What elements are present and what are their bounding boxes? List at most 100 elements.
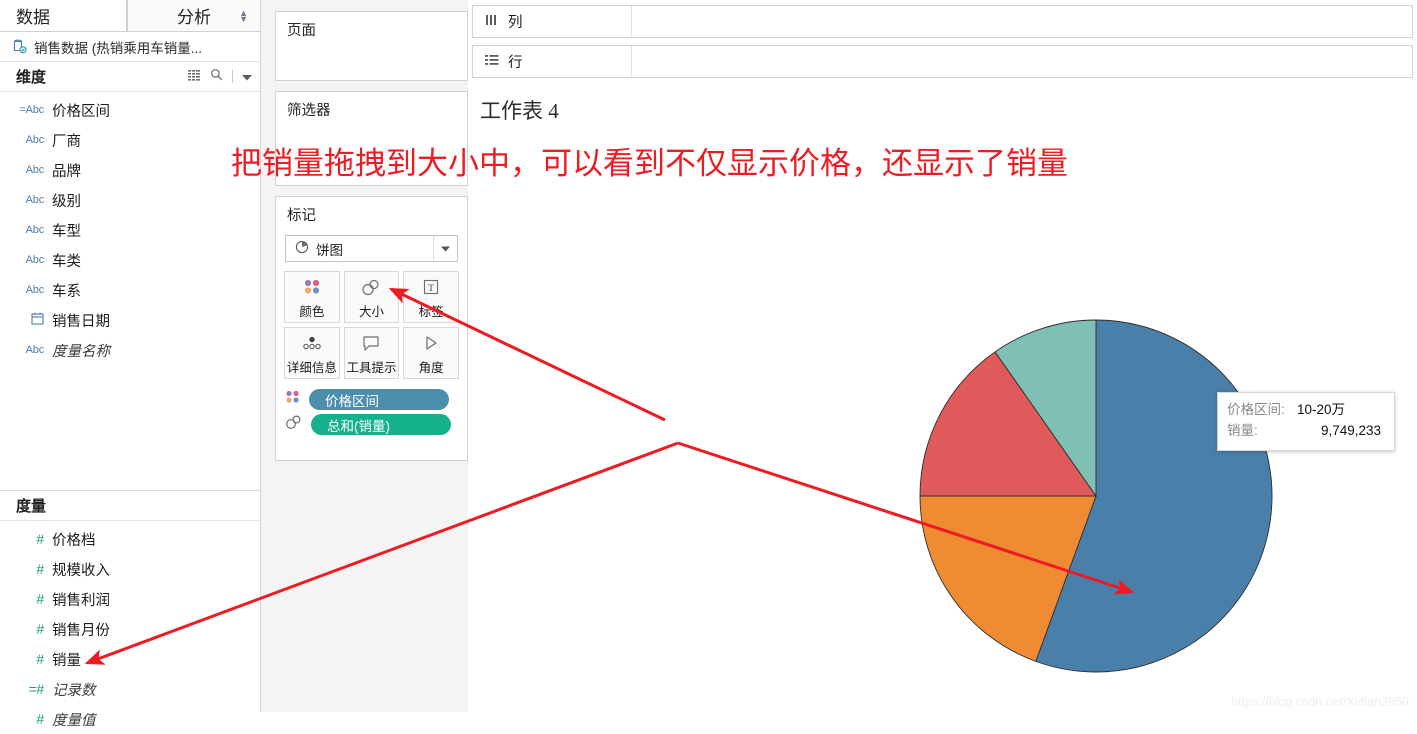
- rows-shelf[interactable]: 行: [472, 45, 1413, 78]
- pill-sum-sales[interactable]: 总和(销量): [311, 414, 451, 435]
- rows-shelf-text: 行: [508, 55, 523, 71]
- marks-card: 标记 饼图 颜色 大小 T 标签 详细信息 工具提示 角度 价格区间 总和(销量…: [275, 196, 468, 461]
- grid-view-icon[interactable]: [188, 68, 201, 85]
- field-item[interactable]: Abc 车系: [0, 275, 260, 305]
- marks-button-detail-label: 详细信息: [286, 360, 337, 375]
- field-item[interactable]: Abc 度量名称: [0, 335, 260, 365]
- marks-card-title: 标记: [287, 208, 316, 224]
- measures-header: 度量: [0, 491, 260, 521]
- field-item[interactable]: # 销售利润: [0, 584, 260, 614]
- worksheet-canvas[interactable]: 价格区间: 10-20万 销量: 9,749,233 https://blog.…: [472, 86, 1417, 712]
- search-icon[interactable]: [210, 68, 223, 85]
- mark-type-caret-icon[interactable]: [433, 236, 457, 261]
- marks-button-detail[interactable]: 详细信息: [284, 327, 340, 379]
- speech-bubble-icon: [361, 331, 381, 355]
- rows-shelf-dropzone[interactable]: [632, 46, 1412, 77]
- field-type-icon: =Abc: [19, 104, 44, 116]
- marks-button-label[interactable]: T 标签: [403, 271, 459, 323]
- field-item[interactable]: Abc 车型: [0, 215, 260, 245]
- field-item[interactable]: # 规模收入: [0, 554, 260, 584]
- field-item[interactable]: Abc 车类: [0, 245, 260, 275]
- field-label: 车类: [52, 253, 81, 270]
- marks-button-angle[interactable]: 角度: [403, 327, 459, 379]
- calendar-icon: [18, 312, 44, 328]
- dimensions-label: 维度: [16, 69, 47, 86]
- spinner-caret-icon[interactable]: ▲ ▼: [239, 8, 248, 23]
- pane-tabs: 数据 分析 ▲ ▼: [0, 0, 260, 32]
- marks-button-tooltip[interactable]: 工具提示: [343, 327, 400, 379]
- marks-button-label-label: 标签: [418, 304, 444, 319]
- tooltip-value: 9,749,233: [1320, 423, 1381, 438]
- marks-button-size[interactable]: 大小: [343, 271, 400, 323]
- pie-chart-icon: [295, 240, 309, 257]
- shelves-pane: 页面 筛选器 标记 饼图 颜色 大小 T 标签 详细信息 工具提示 角度 价格区…: [261, 0, 468, 712]
- tooltip-value: 10-20万: [1297, 402, 1346, 417]
- watermark: https://blog.csdn.net/Xidian2850: [1231, 695, 1409, 709]
- marks-button-color-label: 颜色: [299, 304, 325, 319]
- rows-icon: [485, 54, 499, 70]
- field-item[interactable]: Abc 级别: [0, 185, 260, 215]
- marks-buttons: 颜色 大小 T 标签 详细信息 工具提示 角度: [284, 271, 459, 379]
- marks-button-size-label: 大小: [358, 304, 384, 319]
- measures-header-wrap: 度量 # 价格档 # 规模收入 # 销售利润 # 销售月份 # 销量 =# 记录数 # 度量值: [0, 490, 260, 734]
- tooltip-row: 价格区间: 10-20万: [1227, 399, 1385, 420]
- field-type-icon: Abc: [25, 134, 45, 146]
- database-icon: [12, 39, 27, 54]
- tab-analysis-label: 分析: [177, 8, 211, 27]
- mark-type-dropdown[interactable]: 饼图: [285, 235, 458, 262]
- data-source-name: 销售数据 (热销乘用车销量...: [34, 40, 202, 56]
- field-type-icon: #: [36, 591, 44, 607]
- marks-pills: 价格区间 总和(销量): [284, 389, 459, 435]
- field-label: 车系: [52, 283, 81, 300]
- field-item[interactable]: # 销量: [0, 644, 260, 674]
- columns-shelf-text: 列: [508, 15, 523, 31]
- field-item[interactable]: # 度量值: [0, 704, 260, 734]
- field-type-icon: #: [36, 711, 44, 727]
- field-item[interactable]: # 价格档: [0, 524, 260, 554]
- columns-icon: [485, 14, 499, 30]
- tab-data-label: 数据: [16, 8, 50, 27]
- marks-button-color[interactable]: 颜色: [284, 271, 340, 323]
- field-item[interactable]: Abc 厂商: [0, 125, 260, 155]
- field-type-icon: Abc: [25, 344, 45, 356]
- mark-type-value: 饼图: [316, 242, 343, 258]
- field-label: 销售月份: [52, 622, 110, 639]
- field-label: 销售利润: [52, 592, 110, 609]
- field-label: 销售日期: [52, 313, 110, 330]
- filters-card-title: 筛选器: [287, 103, 331, 119]
- data-source-row[interactable]: 销售数据 (热销乘用车销量...: [0, 32, 260, 62]
- field-item[interactable]: =# 记录数: [0, 674, 260, 704]
- field-label: 价格区间: [52, 103, 110, 120]
- field-item[interactable]: Abc 品牌: [0, 155, 260, 185]
- pages-card-title: 页面: [287, 23, 316, 39]
- columns-shelf[interactable]: 列: [472, 5, 1413, 38]
- size-circles-icon: [284, 414, 304, 435]
- tooltip-key: 销量:: [1227, 423, 1258, 438]
- field-label: 规模收入: [52, 562, 110, 579]
- svg-text:T: T: [428, 284, 434, 294]
- dropdown-caret-icon[interactable]: [242, 68, 252, 85]
- tab-analysis[interactable]: 分析 ▲ ▼: [127, 0, 260, 31]
- measures-label: 度量: [16, 498, 47, 515]
- tab-data[interactable]: 数据: [0, 0, 127, 31]
- dimensions-field-list: =Abc 价格区间 Abc 厂商 Abc 品牌 Abc 级别 Abc 车型 Abc 车类 Abc 车系 销售…: [0, 92, 260, 365]
- rows-shelf-label: 行: [473, 46, 632, 77]
- pill-price-range[interactable]: 价格区间: [309, 389, 449, 410]
- field-label: 销量: [52, 652, 81, 669]
- text-label-icon: T: [422, 275, 440, 299]
- field-label: 度量名称: [52, 343, 110, 360]
- columns-shelf-dropzone[interactable]: [632, 6, 1412, 37]
- pages-card[interactable]: 页面: [275, 11, 468, 81]
- tooltip-row: 销量: 9,749,233: [1227, 420, 1385, 441]
- pie-chart[interactable]: [919, 319, 1273, 673]
- field-type-icon: Abc: [25, 224, 45, 236]
- filters-card[interactable]: 筛选器: [275, 91, 468, 186]
- field-item[interactable]: =Abc 价格区间: [0, 95, 260, 125]
- field-label: 价格档: [52, 532, 96, 549]
- field-item[interactable]: 销售日期: [0, 305, 260, 335]
- field-type-icon: #: [36, 531, 44, 547]
- field-type-icon: =#: [28, 681, 44, 697]
- field-item[interactable]: # 销售月份: [0, 614, 260, 644]
- field-type-icon: Abc: [25, 194, 45, 206]
- color-dots-icon: [284, 389, 302, 410]
